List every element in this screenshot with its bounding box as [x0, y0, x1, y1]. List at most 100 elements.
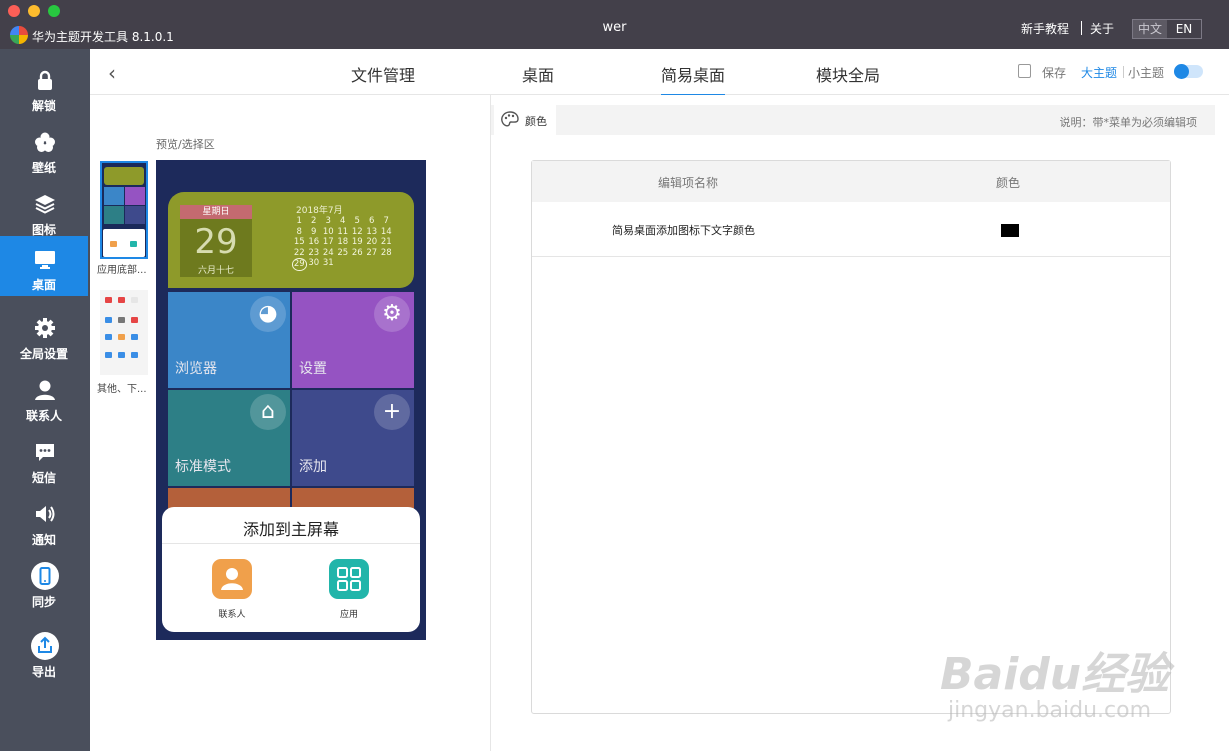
- tile-add[interactable]: + 添加: [292, 390, 414, 486]
- thumbnail-label: 其他、下...: [97, 384, 147, 395]
- tile-label: 浏览器: [175, 361, 217, 377]
- calendar-date: 5: [354, 216, 360, 226]
- toggle-knob: [1174, 64, 1189, 79]
- calendar-date: 11: [337, 226, 349, 237]
- tab-color[interactable]: 颜色: [494, 105, 556, 135]
- sidebar-item-notification[interactable]: 通知: [0, 491, 88, 551]
- sidebar-item-unlock[interactable]: 解锁: [0, 57, 88, 117]
- maximize-window-button[interactable]: [48, 5, 60, 17]
- calendar-date: 13: [366, 226, 378, 237]
- tab-file-management[interactable]: 文件管理: [351, 62, 415, 86]
- sheet-option-label: 联系人: [218, 610, 246, 620]
- thumbnail-label: 应用底部...: [97, 265, 147, 276]
- minimize-window-button[interactable]: [28, 5, 40, 17]
- sidebar: 解锁 壁纸 图标 桌面 全局设置 联系人 短信 通知 同步 导出: [0, 49, 90, 751]
- watermark-url: jingyan.baidu.com: [948, 698, 1152, 723]
- lang-en-button[interactable]: EN: [1167, 20, 1201, 38]
- lang-zh-button[interactable]: 中文: [1133, 20, 1167, 38]
- calendar-date: 24: [322, 247, 334, 258]
- sidebar-item-wallpaper[interactable]: 壁纸: [0, 119, 88, 179]
- calendar-grid: 1 2 3 4 5 6 7 8 9 10 11 12 13 14 15 16 17 18 19 20 21 22 23 24 2…: [292, 216, 396, 271]
- calendar-date: 17: [322, 237, 334, 247]
- watermark-logo: Baidu经验: [940, 649, 1170, 700]
- about-link[interactable]: 关于: [1090, 20, 1114, 37]
- speaker-icon: [36, 506, 55, 522]
- calendar-date: 12: [351, 226, 363, 237]
- calendar-date: 1: [296, 216, 302, 226]
- small-theme-option[interactable]: 小主题: [1128, 64, 1164, 81]
- item-name: 简易桌面添加图标下文字颜色: [612, 224, 755, 237]
- sidebar-item-desktop[interactable]: 桌面: [0, 236, 88, 296]
- calendar-month: 2018年7月: [296, 206, 343, 216]
- sidebar-item-label: 短信: [31, 471, 56, 485]
- tutorial-link[interactable]: 新手教程: [1021, 20, 1069, 37]
- tile-browser[interactable]: ◕ 浏览器: [168, 292, 290, 388]
- tile-label: 标准模式: [175, 459, 231, 475]
- divider: [1123, 66, 1124, 78]
- tile-standard-mode[interactable]: ⌂ 标准模式: [168, 390, 290, 486]
- sidebar-item-label: 解锁: [31, 99, 56, 113]
- calendar-date: 25: [337, 247, 349, 258]
- tab-module-global[interactable]: 模块全局: [816, 62, 880, 86]
- calendar-date: 2: [311, 216, 317, 226]
- divider: [162, 543, 420, 544]
- calendar-date: 20: [366, 237, 378, 247]
- calendar-lunar: 六月十七: [197, 266, 234, 276]
- add-to-home-sheet: 添加到主屏幕 联系人 应用: [162, 507, 420, 632]
- watermark: Baidu经验 jingyan.baidu.com: [940, 630, 1220, 750]
- save-button[interactable]: 保存: [1042, 64, 1066, 81]
- theme-toggle[interactable]: [1174, 64, 1203, 79]
- sidebar-item-label: 壁纸: [31, 161, 56, 175]
- contacts-app-icon[interactable]: [212, 559, 252, 599]
- calendar-date: 9: [311, 226, 317, 237]
- big-theme-option[interactable]: 大主题: [1081, 64, 1117, 81]
- flower-icon: [35, 132, 55, 152]
- sidebar-item-export[interactable]: 导出: [0, 623, 88, 683]
- calendar-date: 23: [308, 247, 320, 258]
- phone-sync-icon: [31, 562, 59, 590]
- calendar-weekday: 星期日: [180, 205, 252, 219]
- table-row[interactable]: 简易桌面添加图标下文字颜色: [532, 202, 1170, 257]
- calendar-date: 22: [293, 247, 305, 258]
- sidebar-item-label: 导出: [31, 665, 56, 679]
- sidebar-item-global-settings[interactable]: 全局设置: [0, 305, 88, 365]
- calendar-date: 26: [351, 247, 363, 258]
- color-swatch[interactable]: [1001, 224, 1019, 237]
- message-icon: [36, 444, 54, 461]
- chevron-left-icon[interactable]: ‹: [108, 61, 116, 85]
- sidebar-item-icons[interactable]: 图标: [0, 181, 88, 241]
- save-icon[interactable]: [1018, 64, 1031, 78]
- editor-subbar: 颜色 说明：带*菜单为必须编辑项: [491, 105, 1215, 135]
- calendar-date: 19: [351, 237, 363, 247]
- tab-simple-desktop[interactable]: 简易桌面: [661, 62, 726, 96]
- calendar-date: 6: [369, 216, 375, 226]
- tile-settings[interactable]: ⚙ 设置: [292, 292, 414, 388]
- monitor-icon: [35, 251, 55, 269]
- globe-icon: ◕: [250, 296, 286, 332]
- sidebar-item-contacts[interactable]: 联系人: [0, 367, 88, 427]
- preview-thumbnail[interactable]: [100, 290, 148, 375]
- close-window-button[interactable]: [8, 5, 20, 17]
- required-note: 说明：带*菜单为必须编辑项: [1059, 116, 1198, 129]
- gear-icon: ⚙: [374, 296, 410, 332]
- home-icon: ⌂: [250, 394, 286, 430]
- calendar-day: 29: [194, 222, 238, 262]
- palette-icon: [501, 111, 519, 127]
- preview-thumbnail-selected[interactable]: [100, 161, 148, 259]
- sheet-title: 添加到主屏幕: [242, 520, 339, 539]
- calendar-date: 15: [293, 237, 305, 247]
- sidebar-item-sync[interactable]: 同步: [0, 553, 88, 613]
- calendar-date: 30: [308, 258, 320, 268]
- title-bar: 华为主题开发工具 8.1.0.1 wer 新手教程 关于 中文 EN: [0, 0, 1229, 49]
- phone-preview[interactable]: 星期日 29 六月十七 2018年7月 1 2 3 4 5 6 7 8 9 10 11 12 13 14 1…: [156, 160, 426, 640]
- apps-grid-icon[interactable]: [329, 559, 369, 599]
- plus-icon: +: [374, 394, 410, 430]
- calendar-date: 10: [322, 226, 334, 237]
- sidebar-item-sms[interactable]: 短信: [0, 429, 88, 489]
- titlebar-divider: [1081, 21, 1082, 35]
- sidebar-item-label: 全局设置: [19, 347, 68, 361]
- sidebar-item-label: 桌面: [31, 278, 56, 292]
- sidebar-item-label: 同步: [31, 595, 56, 609]
- tab-desktop[interactable]: 桌面: [522, 62, 554, 86]
- language-switch: 中文 EN: [1132, 19, 1202, 39]
